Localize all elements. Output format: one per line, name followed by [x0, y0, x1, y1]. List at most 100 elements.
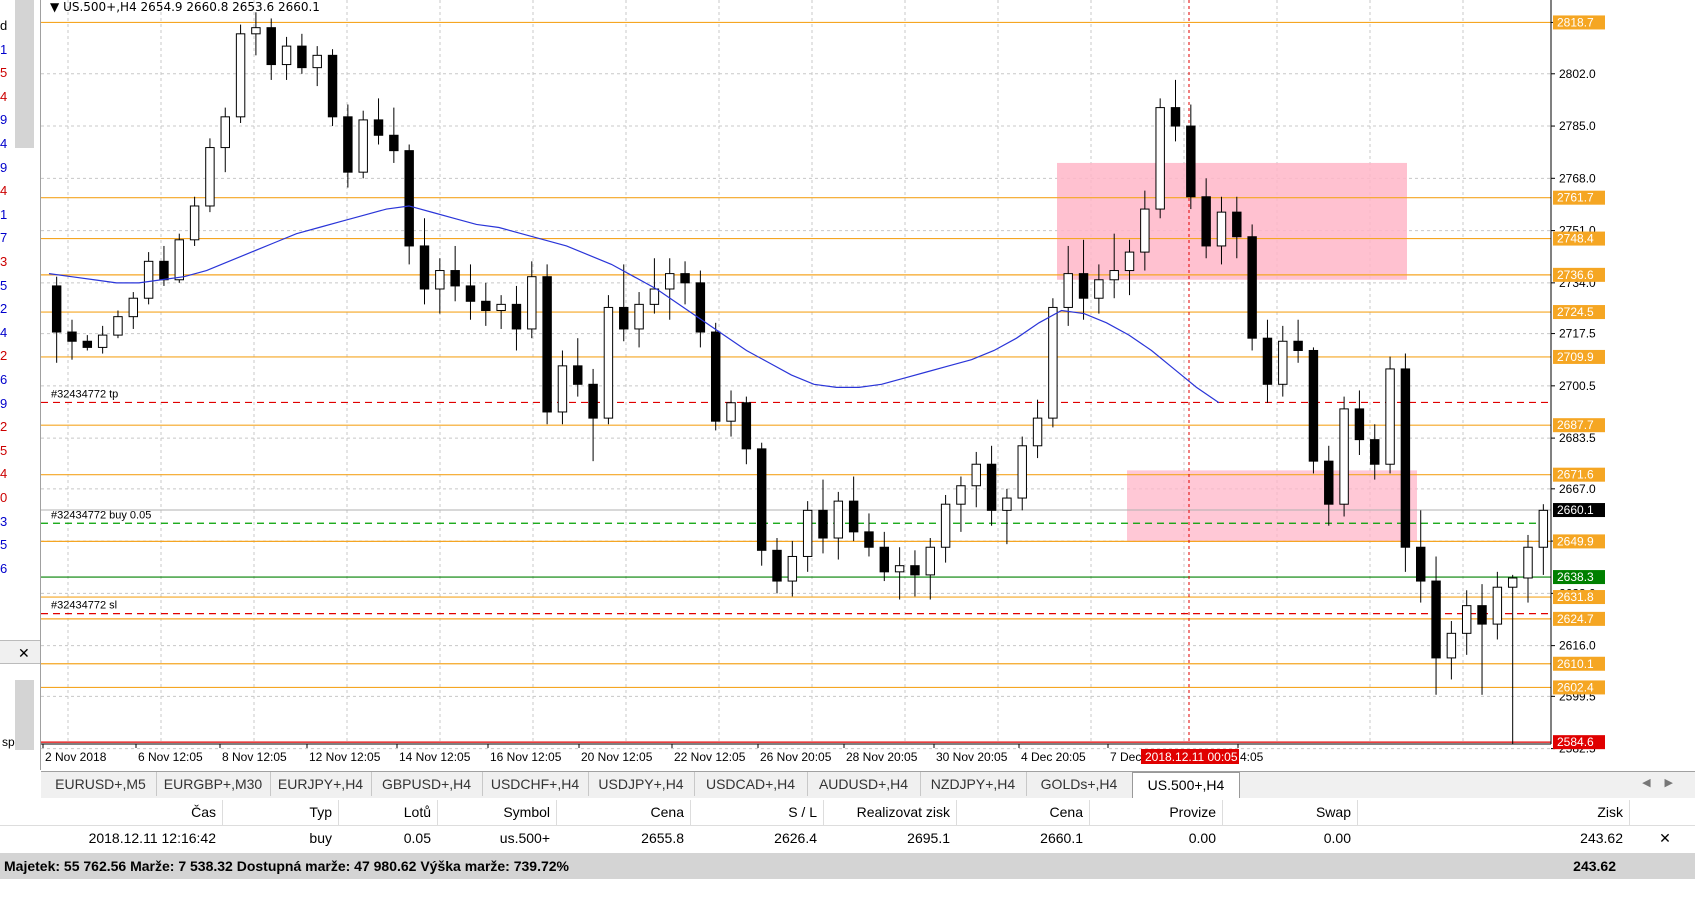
candle [1416, 546, 1426, 582]
navigator-value: 1 [0, 206, 8, 222]
candle [511, 303, 522, 330]
column-header[interactable]: Provize [1089, 800, 1223, 825]
candle [848, 500, 859, 533]
candle [1078, 273, 1089, 299]
candle [1538, 509, 1549, 548]
account-summary: Majetek: 55 762.56 Marže: 7 538.32 Dostu… [4, 858, 569, 874]
panel-text: sp [2, 735, 15, 749]
chart-menu-triangle-icon[interactable]: ▼ [50, 0, 59, 14]
candle [894, 565, 905, 573]
resistance-zone [1057, 162, 1407, 280]
candle [1278, 340, 1288, 385]
candle [481, 300, 491, 312]
navigator-scrollbar[interactable] [15, 0, 34, 148]
price-tick-label: 2717.5 [1559, 327, 1596, 341]
price-tick-label: 2802.0 [1559, 67, 1596, 81]
navigator-value: 6 [0, 372, 8, 387]
price-level-tag-label: 2709.9 [1557, 350, 1594, 364]
navigator-value: 9 [0, 159, 8, 175]
support-zone [1127, 470, 1417, 542]
candle [1124, 251, 1135, 272]
time-tick-label: 28 Nov 20:05 [846, 750, 918, 764]
tab-usdjpy-h4[interactable]: USDJPY+,H4 [588, 772, 695, 796]
time-tick-label: 20 Nov 12:05 [581, 750, 653, 764]
candle [910, 565, 920, 576]
navigator-value: 7 [0, 230, 8, 246]
tab-nzdjpy-h4[interactable]: NZDJPY+,H4 [920, 772, 1027, 796]
tab-scroll-arrows-icon[interactable]: ◀▶ [1642, 776, 1687, 789]
candle [373, 119, 384, 136]
time-tick-label: 22 Nov 12:05 [674, 750, 746, 764]
terminal-header: Čas Typ Lotů Symbol Cena S / L Realizovat zisk… [0, 800, 1695, 826]
column-header[interactable]: Typ [222, 800, 339, 825]
candle [1446, 632, 1457, 659]
candle [1324, 460, 1334, 505]
navigator-value: 5 [0, 65, 8, 81]
column-header[interactable]: Čas [0, 800, 223, 825]
tab-gbpusd-h4[interactable]: GBPUSD+,H4 [371, 772, 483, 796]
tab-audusd-h4[interactable]: AUDUSD+,H4 [807, 772, 921, 796]
tab-golds-h4[interactable]: GOLDs+,H4 [1026, 772, 1133, 796]
price-level-tag-label: 2631.8 [1557, 590, 1594, 604]
price-level-tag-label: 2584.6 [1557, 735, 1594, 749]
navigator-value: 6 [0, 560, 8, 576]
candle [1370, 439, 1380, 465]
trade-cell: 2695.1 [907, 830, 950, 846]
trade-cell: 2018.12.11 12:16:42 [88, 830, 216, 846]
candle [695, 282, 706, 333]
candle [174, 239, 184, 281]
candle [189, 205, 200, 241]
time-tick-label: 16 Nov 12:05 [490, 750, 562, 764]
candle [1094, 279, 1104, 299]
column-header[interactable]: Lotů [338, 800, 438, 825]
column-header[interactable]: Realizovat zisk [823, 800, 957, 825]
candle [710, 331, 721, 422]
trade-cell: 243.62 [1580, 830, 1623, 846]
close-order-icon[interactable]: ✕ [1650, 826, 1680, 851]
column-header[interactable]: Swap [1222, 800, 1358, 825]
crosshair-time-label: 2018.12.11 00:05 [1145, 750, 1238, 764]
candle [389, 134, 399, 152]
column-header[interactable]: Symbol [437, 800, 557, 825]
time-tick-label: 14 Nov 12:05 [399, 750, 471, 764]
candle [450, 270, 460, 287]
tab-eurgbp-m30[interactable]: EURGBP+,M30 [156, 772, 271, 796]
candle [833, 500, 844, 539]
total-profit: 243.62 [1573, 858, 1616, 874]
price-chart[interactable]: #32434772 tp #32434772 buy 0.05 #32434772 … [41, 0, 1695, 770]
column-header[interactable]: Cena [556, 800, 691, 825]
panel-scrollbar[interactable] [15, 680, 34, 750]
navigator-value: 5 [0, 537, 8, 553]
tab-usdcad-h4[interactable]: USDCAD+,H4 [694, 772, 808, 796]
tab-us-500-h4[interactable]: US.500+,H4 [1132, 772, 1240, 798]
symbol-timeframe: US.500+,H4 [63, 0, 137, 14]
navigator-value: 3 [0, 254, 8, 269]
candle [435, 270, 445, 290]
column-header[interactable]: S / L [690, 800, 824, 825]
candle [1293, 340, 1303, 351]
close-icon[interactable]: ✕ [18, 645, 30, 662]
column-header[interactable]: Zisk [1357, 800, 1630, 825]
tab-usdchf-h4[interactable]: USDCHF+,H4 [482, 772, 589, 796]
column-header[interactable]: Cena [956, 800, 1090, 825]
candle [496, 303, 506, 312]
candle [1170, 107, 1181, 127]
price-level-tag-label: 2602.4 [1557, 680, 1594, 694]
tab-eurjpy-h4[interactable]: EURJPY+,H4 [270, 772, 372, 796]
candle [1400, 368, 1411, 548]
tab-eurusd-m5[interactable]: EURUSD+,M5 [45, 772, 157, 796]
candle [1262, 337, 1273, 385]
chart-tabs: EURUSD+,M5 EURGBP+,M30 EURJPY+,H4 GBPUSD+,H… [41, 771, 1695, 798]
price-level-tag-label: 2687.7 [1557, 418, 1594, 432]
navigator-value: 0 [0, 490, 8, 505]
navigator-panel: d 1 5 4 9 4 9 4 1 7 3 5 2 4 2 6 9 2 5 4 0 3 5 6 ✕ sp [0, 0, 41, 770]
navigator-value: 2 [0, 301, 8, 317]
trade-cell: buy [309, 830, 332, 846]
candle [634, 303, 644, 330]
price-level-tag-label: 2610.1 [1557, 657, 1594, 671]
candle [113, 316, 123, 336]
price-level-tag-label: 2638.3 [1557, 570, 1594, 584]
candle [1140, 208, 1150, 253]
navigator-value: 9 [0, 112, 8, 128]
terminal-trade-row[interactable]: 2018.12.11 12:16:42 buy 0.05 us.500+ 2655.8 2… [0, 826, 1695, 851]
